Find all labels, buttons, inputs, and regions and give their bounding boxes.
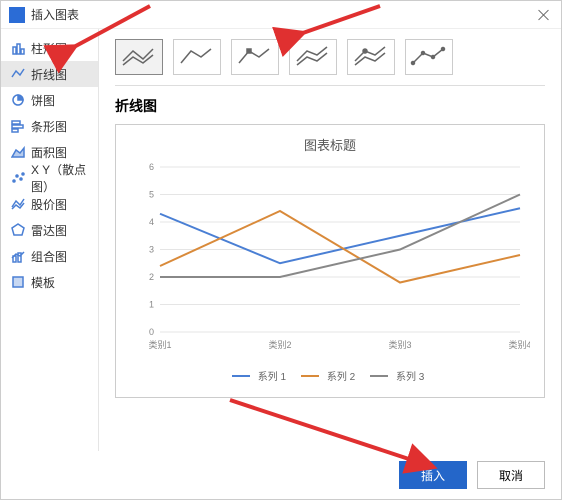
svg-text:6: 6 — [149, 162, 154, 172]
sidebar-item-label: 面积图 — [31, 144, 67, 161]
line-icon — [11, 67, 25, 81]
sidebar-item-label: 条形图 — [31, 118, 67, 135]
subtype-option-3[interactable] — [231, 39, 279, 75]
sidebar: 柱形图折线图饼图条形图面积图X Y（散点图）股价图雷达图组合图模板 — [1, 29, 99, 451]
subtype-option-1[interactable] — [115, 39, 163, 75]
sidebar-item-label: 雷达图 — [31, 222, 67, 239]
subtype-option-5[interactable] — [347, 39, 395, 75]
sidebar-item-template[interactable]: 模板 — [1, 269, 98, 295]
sidebar-item-line[interactable]: 折线图 — [1, 61, 98, 87]
svg-text:1: 1 — [149, 300, 154, 310]
area-icon — [11, 145, 25, 159]
svg-text:5: 5 — [149, 190, 154, 200]
section-title: 折线图 — [115, 96, 545, 116]
cancel-button[interactable]: 取消 — [477, 461, 545, 489]
column-icon — [11, 41, 25, 55]
sidebar-item-label: X Y（散点图） — [31, 161, 98, 195]
close-icon[interactable] — [535, 6, 553, 24]
svg-text:3: 3 — [149, 245, 154, 255]
sidebar-item-label: 饼图 — [31, 92, 55, 109]
subtype-row — [115, 39, 545, 86]
sidebar-item-label: 柱形图 — [31, 40, 67, 57]
sidebar-item-label: 股价图 — [31, 196, 67, 213]
sidebar-item-pie[interactable]: 饼图 — [1, 87, 98, 113]
app-icon — [9, 7, 25, 23]
sidebar-item-label: 模板 — [31, 274, 55, 291]
combo-icon — [11, 249, 25, 263]
radar-icon — [11, 223, 25, 237]
template-icon — [11, 275, 25, 289]
sidebar-item-bar[interactable]: 条形图 — [1, 113, 98, 139]
chart-canvas: 0 1 2 3 4 5 6 类别1 类别2 类别3 类别4 — [130, 162, 530, 362]
stock-icon — [11, 197, 25, 211]
titlebar: 插入图表 — [1, 1, 561, 29]
bar-icon — [11, 119, 25, 133]
sidebar-item-combo[interactable]: 组合图 — [1, 243, 98, 269]
sidebar-item-radar[interactable]: 雷达图 — [1, 217, 98, 243]
subtype-option-4[interactable] — [289, 39, 337, 75]
subtype-option-2[interactable] — [173, 39, 221, 75]
dialog-footer: 插入 取消 — [1, 451, 561, 499]
svg-text:类别4: 类别4 — [508, 339, 530, 350]
svg-text:2: 2 — [149, 272, 154, 282]
subtype-option-6[interactable] — [405, 39, 453, 75]
svg-text:类别1: 类别1 — [148, 339, 171, 350]
sidebar-item-scatter[interactable]: X Y（散点图） — [1, 165, 98, 191]
svg-text:4: 4 — [149, 217, 154, 227]
sidebar-item-label: 折线图 — [31, 66, 67, 83]
chart-preview: 图表标题 0 1 2 3 4 5 6 类别1 类别2 类别3 类别4 系列 1 系列 2 系列 3 — [115, 124, 545, 398]
pie-icon — [11, 93, 25, 107]
svg-text:类别3: 类别3 — [388, 339, 411, 350]
chart-legend: 系列 1 系列 2 系列 3 — [130, 368, 530, 383]
dialog-title: 插入图表 — [31, 6, 535, 23]
insert-button[interactable]: 插入 — [399, 461, 467, 489]
svg-text:0: 0 — [149, 327, 154, 337]
sidebar-item-column[interactable]: 柱形图 — [1, 35, 98, 61]
chart-title: 图表标题 — [130, 135, 530, 154]
sidebar-item-label: 组合图 — [31, 248, 67, 265]
scatter-icon — [11, 171, 25, 185]
svg-text:类别2: 类别2 — [268, 339, 291, 350]
